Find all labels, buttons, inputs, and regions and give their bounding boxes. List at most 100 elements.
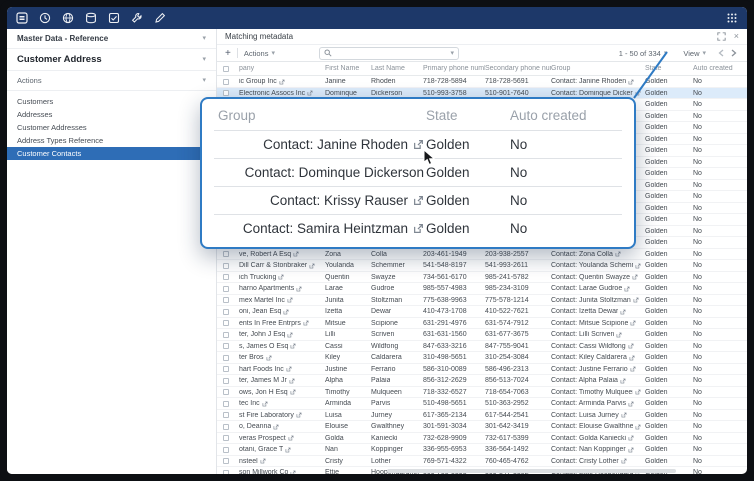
row-checkbox[interactable] — [223, 343, 229, 349]
table-row[interactable]: mex Martel IncJunitaStoltzman775-638-996… — [217, 295, 747, 307]
open-record-icon[interactable] — [262, 401, 268, 407]
row-checkbox[interactable] — [223, 412, 229, 418]
pagination-range[interactable]: 1 - 50 of 334 ▾ — [619, 49, 668, 58]
row-checkbox[interactable] — [223, 355, 229, 361]
row-checkbox[interactable] — [223, 424, 229, 430]
table-row[interactable]: veras ProspectGoldaKaniecki732-628-99097… — [217, 433, 747, 445]
column-header-group[interactable]: Group — [551, 65, 645, 72]
open-record-icon[interactable] — [287, 297, 293, 303]
row-checkbox[interactable] — [223, 447, 229, 453]
open-record-icon[interactable] — [286, 366, 292, 372]
open-record-icon[interactable] — [290, 343, 296, 349]
open-record-icon[interactable] — [621, 458, 627, 464]
open-record-icon[interactable] — [287, 332, 293, 338]
table-row[interactable]: o, DeannaElouiseGwalthney301-591-3034301… — [217, 421, 747, 433]
open-record-icon[interactable] — [635, 90, 641, 96]
open-record-icon[interactable] — [266, 355, 272, 361]
open-record-icon[interactable] — [279, 79, 285, 85]
open-record-icon[interactable] — [260, 458, 266, 464]
column-header-state[interactable]: State — [645, 65, 693, 72]
magnifier-group-text[interactable]: Contact: Dominque Dickerson — [245, 165, 424, 180]
magnifier-group-text[interactable]: Contact: Samira Heintzman — [243, 221, 408, 236]
table-row[interactable]: st Fire LaboratoryLuisaJurney617-365-213… — [217, 410, 747, 422]
open-record-icon[interactable] — [635, 389, 641, 395]
row-checkbox[interactable] — [223, 389, 229, 395]
table-row[interactable]: nsteelCristyLother769-571-4322760-465-47… — [217, 456, 747, 468]
column-header-pany[interactable]: pany — [239, 65, 325, 72]
open-record-icon[interactable] — [628, 435, 634, 441]
row-checkbox[interactable] — [223, 90, 229, 96]
magnifier-row[interactable]: Contact: Dominque DickersonGoldenNo — [214, 158, 622, 186]
table-row[interactable]: ter BrosKileyCaldarera310-498-5651310-25… — [217, 352, 747, 364]
sidebar-item-address-types-reference[interactable]: Address Types Reference — [7, 134, 216, 147]
open-record-icon[interactable] — [307, 90, 313, 96]
column-header-secondary-phone-number[interactable]: Secondary phone number — [485, 65, 551, 72]
view-button[interactable]: View ▾ — [683, 49, 706, 58]
table-row[interactable]: ows, Jon H EsqTimothyMulqueen718-332-652… — [217, 387, 747, 399]
row-checkbox[interactable] — [223, 286, 229, 292]
open-record-icon[interactable] — [413, 223, 424, 234]
app-logo-icon[interactable] — [16, 12, 28, 24]
sidebar-item-customers[interactable]: Customers — [7, 95, 216, 108]
open-record-icon[interactable] — [296, 412, 302, 418]
open-record-icon[interactable] — [635, 424, 641, 430]
row-checkbox[interactable] — [223, 263, 229, 269]
row-checkbox[interactable] — [223, 274, 229, 280]
sidebar-item-customer-addresses[interactable]: Customer Addresses — [7, 121, 216, 134]
open-record-icon[interactable] — [303, 320, 309, 326]
table-row[interactable]: ve, Robert A EsqZonaColla203-461-1949203… — [217, 249, 747, 261]
magnifier-row[interactable]: Contact: Janine RhodenGoldenNo — [214, 130, 622, 158]
browse-data-icon[interactable] — [85, 12, 97, 24]
magnifier-group-text[interactable]: Contact: Janine Rhoden — [263, 137, 408, 152]
open-record-icon[interactable] — [289, 378, 295, 384]
open-record-icon[interactable] — [632, 274, 638, 280]
row-checkbox[interactable] — [223, 79, 229, 85]
table-row[interactable]: ter, John J EsqLilliScriven631-631-15606… — [217, 329, 747, 341]
open-record-icon[interactable] — [630, 320, 636, 326]
pencil-icon[interactable] — [154, 12, 166, 24]
sidebar-item-addresses[interactable]: Addresses — [7, 108, 216, 121]
table-row[interactable]: ents In Free EntrprsMitsueScipione631-29… — [217, 318, 747, 330]
entity-selector[interactable]: Customer Address ▾ — [7, 49, 216, 71]
open-record-icon[interactable] — [628, 401, 634, 407]
add-button[interactable]: + — [225, 48, 231, 59]
table-row[interactable]: ter, James M JrAlphaPalaia856-312-262985… — [217, 375, 747, 387]
actions-button[interactable]: Actions ▾ — [244, 49, 275, 58]
table-row[interactable]: ic Group IncJanineRhoden718-728-5894718-… — [217, 76, 747, 88]
open-record-icon[interactable] — [290, 389, 296, 395]
open-record-icon[interactable] — [283, 309, 289, 315]
open-record-icon[interactable] — [309, 263, 315, 269]
column-header-primary-phone-number[interactable]: Primary phone number — [423, 65, 485, 72]
close-icon[interactable]: × — [734, 32, 739, 41]
magnifier-row[interactable]: Contact: Samira HeintzmanGoldenNo — [214, 214, 622, 242]
open-record-icon[interactable] — [628, 343, 634, 349]
table-row[interactable]: harno ApartmentsLaraeGudroe985-557-49839… — [217, 283, 747, 295]
column-header-last-name[interactable]: Last Name — [371, 65, 423, 72]
column-header-first-name[interactable]: First Name — [325, 65, 371, 72]
table-row[interactable]: otani, Grace TNanKoppinger336-955-695333… — [217, 444, 747, 456]
row-checkbox[interactable] — [223, 320, 229, 326]
row-checkbox[interactable] — [223, 435, 229, 441]
open-record-icon[interactable] — [285, 447, 291, 453]
expand-icon[interactable] — [717, 32, 726, 41]
globe-icon[interactable] — [62, 12, 74, 24]
row-checkbox[interactable] — [223, 332, 229, 338]
column-header-auto-created[interactable]: Auto created — [693, 65, 747, 72]
open-record-icon[interactable] — [630, 366, 636, 372]
table-row[interactable]: s, James O EsqCassiWildfong847-633-32168… — [217, 341, 747, 353]
table-row[interactable]: oni, Jean EsqIzettaDewar410-473-1708410-… — [217, 306, 747, 318]
open-record-icon[interactable] — [628, 447, 634, 453]
apps-grid-icon[interactable] — [726, 12, 738, 24]
row-checkbox[interactable] — [223, 309, 229, 315]
open-record-icon[interactable] — [273, 424, 279, 430]
table-row[interactable]: tec IncArmindaParvis510-498-5651510-363-… — [217, 398, 747, 410]
open-record-icon[interactable] — [620, 309, 626, 315]
open-record-icon[interactable] — [288, 435, 294, 441]
row-checkbox[interactable] — [223, 401, 229, 407]
table-row[interactable]: hart Foods IncJustineFerrario586-310-008… — [217, 364, 747, 376]
open-record-icon[interactable] — [628, 79, 634, 85]
sidebar-item-customer-contacts[interactable]: Customer Contacts — [7, 147, 216, 160]
open-record-icon[interactable] — [296, 286, 302, 292]
search-input[interactable] — [335, 48, 447, 59]
row-checkbox[interactable] — [223, 251, 229, 257]
